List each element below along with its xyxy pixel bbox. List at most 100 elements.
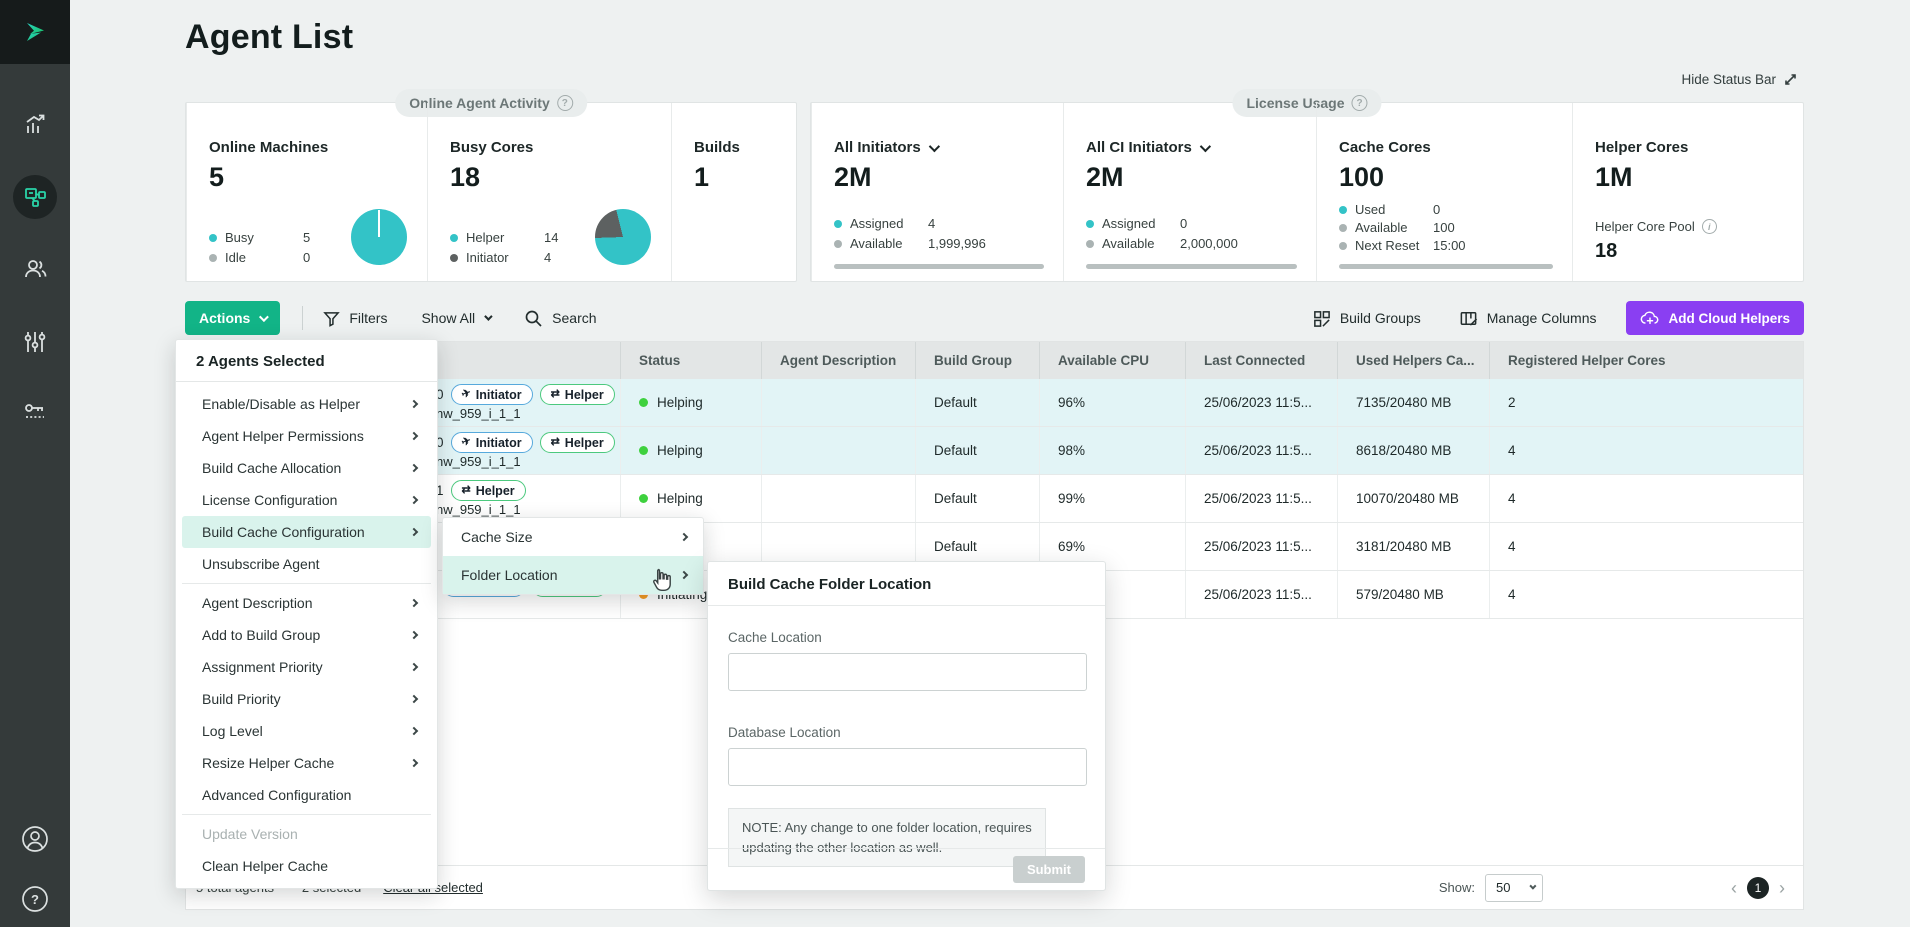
brand-logo-icon bbox=[20, 17, 50, 47]
users-icon bbox=[22, 256, 49, 283]
column-header-agent-description[interactable]: Agent Description bbox=[761, 342, 915, 379]
sidebar-item-help[interactable]: ? bbox=[13, 877, 57, 921]
helper-core-pool-info-icon[interactable]: i bbox=[1702, 219, 1717, 234]
column-header-build-group[interactable]: Build Group bbox=[915, 342, 1039, 379]
sidebar-item-users[interactable] bbox=[13, 247, 57, 291]
builds-section: Builds 1 bbox=[671, 103, 798, 281]
build-cache-folder-location-dialog: Build Cache Folder Location Cache Locati… bbox=[707, 561, 1106, 891]
sidebar-item-dashboard[interactable] bbox=[13, 103, 57, 147]
database-location-input[interactable] bbox=[728, 748, 1087, 786]
column-header-available-cpu[interactable]: Available CPU bbox=[1039, 342, 1185, 379]
app-logo[interactable] bbox=[0, 0, 70, 64]
column-header-used-helpers[interactable]: Used Helpers Ca... bbox=[1337, 342, 1489, 379]
menu-header: 2 Agents Selected bbox=[176, 340, 437, 382]
agent-list-screen: ? Agent List Hide Status Bar Online Agen… bbox=[0, 0, 1910, 927]
column-header-last-connected[interactable]: Last Connected bbox=[1185, 342, 1337, 379]
search-button[interactable]: Search bbox=[524, 309, 596, 328]
collapse-arrows-icon bbox=[1783, 72, 1798, 87]
online-agent-activity-panel: Online Agent Activity ? Online Machines … bbox=[185, 102, 797, 282]
hide-status-bar-button[interactable]: Hide Status Bar bbox=[1681, 72, 1798, 87]
initiator-badge-icon: ✈ bbox=[460, 388, 472, 401]
database-location-label: Database Location bbox=[728, 725, 1085, 740]
chevron-right-icon bbox=[410, 432, 418, 440]
menu-item-add-to-build-group[interactable]: Add to Build Group bbox=[182, 619, 431, 651]
chevron-right-icon bbox=[410, 631, 418, 639]
actions-button[interactable]: Actions bbox=[185, 301, 280, 335]
menu-item-license-configuration[interactable]: License Configuration bbox=[182, 484, 431, 516]
cache-cores-section: Cache Cores 100 Used0 Available100 Next … bbox=[1316, 103, 1572, 281]
helper-core-pool-label: Helper Core Pool i bbox=[1595, 219, 1785, 234]
column-header-status[interactable]: Status bbox=[620, 342, 761, 379]
manage-columns-icon bbox=[1459, 309, 1478, 328]
agent-description-cell bbox=[761, 379, 915, 426]
chevron-right-icon bbox=[410, 464, 418, 472]
menu-item-unsubscribe-agent[interactable]: Unsubscribe Agent bbox=[182, 548, 431, 580]
agents-network-icon bbox=[22, 184, 48, 210]
all-ci-initiators-dropdown[interactable]: All CI Initiators bbox=[1086, 139, 1298, 156]
search-label: Search bbox=[552, 310, 596, 326]
all-initiators-dropdown[interactable]: All Initiators bbox=[834, 139, 1045, 156]
page-size-value: 50 bbox=[1496, 880, 1510, 895]
agent-name: nw_959_i_1_1 bbox=[436, 502, 620, 517]
sidebar-item-account[interactable] bbox=[13, 817, 57, 861]
menu-item-log-level[interactable]: Log Level bbox=[182, 715, 431, 747]
menu-item-agent-helper-permissions[interactable]: Agent Helper Permissions bbox=[182, 420, 431, 452]
chevron-right-icon bbox=[410, 528, 418, 536]
used-helpers-cell: 10070/20480 MB bbox=[1337, 475, 1489, 522]
filters-button[interactable]: Filters bbox=[323, 310, 387, 327]
menu-divider bbox=[182, 814, 431, 815]
chevron-right-icon bbox=[410, 400, 418, 408]
helper-badge: ⇄Helper bbox=[540, 384, 615, 405]
analytics-chart-icon bbox=[22, 112, 48, 138]
manage-columns-button[interactable]: Manage Columns bbox=[1459, 309, 1597, 328]
menu-item-build-priority[interactable]: Build Priority bbox=[182, 683, 431, 715]
online-machines-value: 5 bbox=[209, 162, 409, 193]
submenu-item-cache-size[interactable]: Cache Size bbox=[443, 518, 703, 556]
build-groups-button[interactable]: Build Groups bbox=[1312, 309, 1421, 328]
dialog-title: Build Cache Folder Location bbox=[708, 562, 1105, 606]
filters-label: Filters bbox=[349, 310, 387, 326]
current-page-badge[interactable]: 1 bbox=[1747, 877, 1769, 899]
status-cell: Helping bbox=[620, 475, 761, 522]
chevron-right-icon bbox=[410, 759, 418, 767]
submit-button[interactable]: Submit bbox=[1013, 856, 1085, 883]
used-helpers-cell: 8618/20480 MB bbox=[1337, 427, 1489, 474]
menu-divider bbox=[182, 583, 431, 584]
menu-item-clean-helper-cache[interactable]: Clean Helper Cache bbox=[182, 850, 431, 882]
helper-dot bbox=[450, 234, 458, 242]
page-size-select[interactable]: 50 bbox=[1485, 874, 1543, 902]
previous-page-button[interactable]: ‹ bbox=[1731, 879, 1737, 897]
sidebar-item-agents[interactable] bbox=[13, 175, 57, 219]
cache-cores-title: Cache Cores bbox=[1339, 139, 1554, 156]
actions-dropdown-menu: 2 Agents Selected Enable/Disable as Help… bbox=[175, 339, 438, 889]
menu-item-build-cache-configuration[interactable]: Build Cache Configuration bbox=[182, 516, 431, 548]
next-page-button[interactable]: › bbox=[1779, 879, 1785, 897]
helper-badge: ⇄Helper bbox=[451, 480, 526, 501]
cloud-plus-icon bbox=[1640, 310, 1660, 326]
legend-assigned: Assigned4 bbox=[834, 216, 986, 231]
column-header-registered-helper-cores[interactable]: Registered Helper Cores bbox=[1489, 342, 1803, 379]
chevron-down-icon bbox=[928, 140, 939, 151]
menu-item-update-version: Update Version bbox=[182, 818, 431, 850]
menu-item-agent-description[interactable]: Agent Description bbox=[182, 587, 431, 619]
chevron-right-icon bbox=[410, 695, 418, 703]
chevron-right-icon bbox=[410, 663, 418, 671]
menu-item-assignment-priority[interactable]: Assignment Priority bbox=[182, 651, 431, 683]
svg-text:?: ? bbox=[31, 892, 39, 907]
menu-item-enable-disable-helper[interactable]: Enable/Disable as Helper bbox=[182, 388, 431, 420]
sidebar-item-licenses[interactable] bbox=[13, 390, 57, 434]
cache-location-input[interactable] bbox=[728, 653, 1087, 691]
show-all-dropdown[interactable]: Show All bbox=[421, 310, 490, 326]
last-connected-cell: 25/06/2023 11:5... bbox=[1185, 379, 1337, 426]
menu-item-build-cache-allocation[interactable]: Build Cache Allocation bbox=[182, 452, 431, 484]
agent-description-cell bbox=[761, 475, 915, 522]
menu-item-resize-helper-cache[interactable]: Resize Helper Cache bbox=[182, 747, 431, 779]
add-cloud-helpers-button[interactable]: Add Cloud Helpers bbox=[1626, 301, 1804, 335]
user-avatar-icon bbox=[20, 824, 50, 854]
online-machines-title: Online Machines bbox=[209, 139, 409, 156]
busy-cores-title: Busy Cores bbox=[450, 139, 653, 156]
menu-item-advanced-configuration[interactable]: Advanced Configuration bbox=[182, 779, 431, 811]
sidebar-item-settings[interactable] bbox=[13, 320, 57, 364]
page-title: Agent List bbox=[185, 18, 353, 57]
mouse-cursor-hand-icon bbox=[648, 566, 675, 600]
